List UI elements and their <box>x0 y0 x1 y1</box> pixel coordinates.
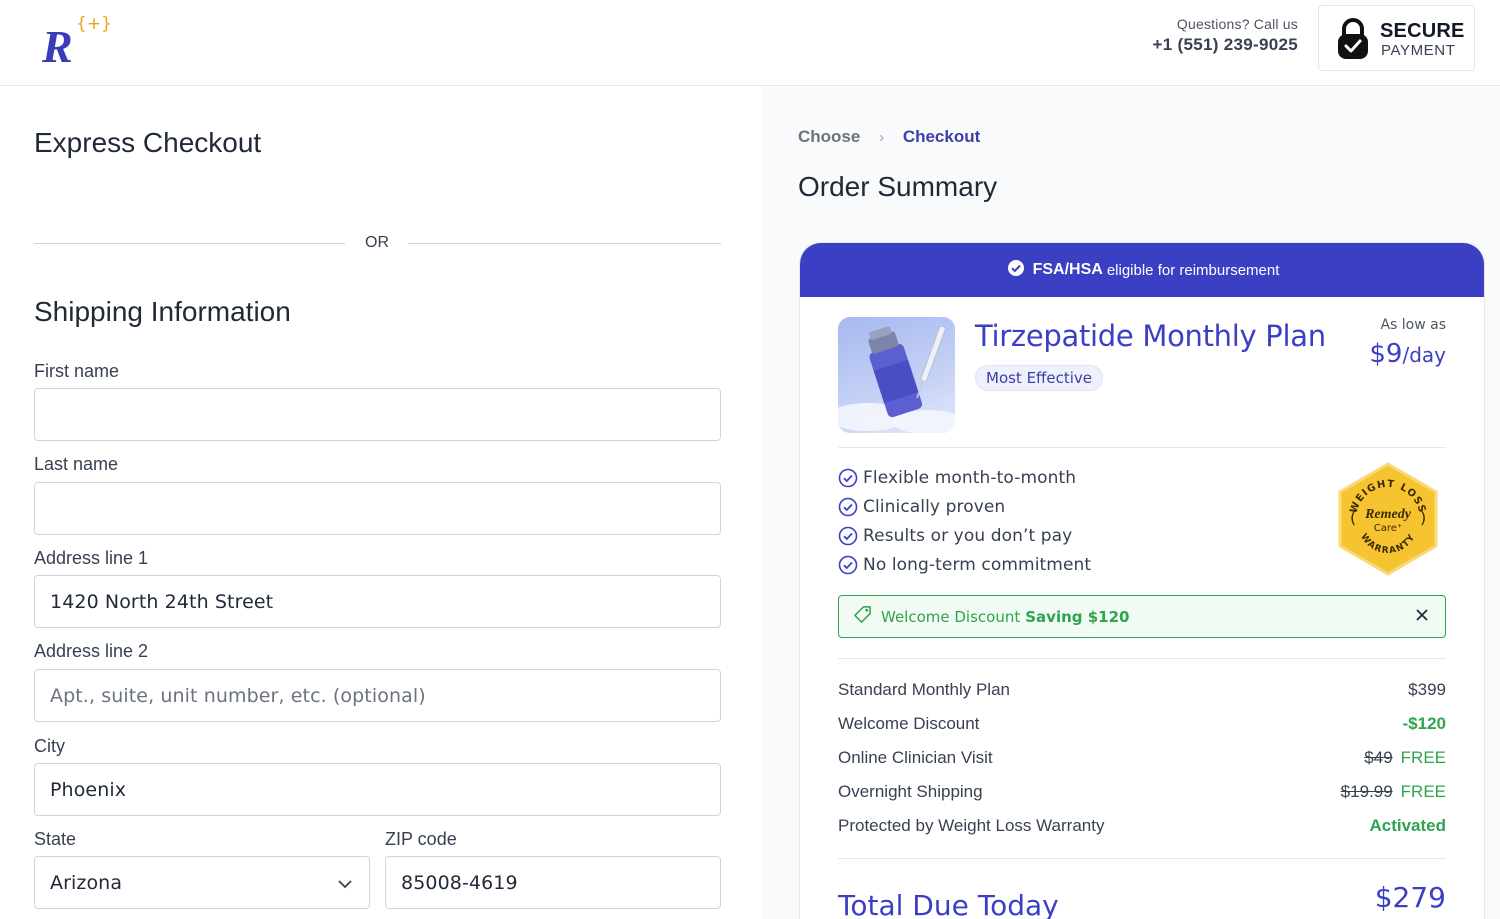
original-price: $19.99 <box>1340 782 1393 801</box>
line-item-value: $399 <box>1408 680 1446 699</box>
breadcrumb-choose[interactable]: Choose <box>798 127 860 146</box>
divider-line-right <box>408 243 721 244</box>
or-divider: OR <box>34 234 721 254</box>
total-due-value: $279 <box>1374 881 1446 914</box>
brand-logo[interactable]: R {+} <box>42 14 112 72</box>
original-price: $49 <box>1364 748 1393 767</box>
warranty-seal-icon: WEIGHT LOSS WARRANTY Remedy Care⁺ ( ) <box>1336 461 1440 582</box>
free-label: FREE <box>1400 782 1446 801</box>
discount-saving: Saving $120 <box>1025 607 1130 626</box>
breadcrumb: Choose › Checkout <box>798 127 980 147</box>
site-header: R {+} Questions? Call us +1 (551) 239-90… <box>0 0 1500 86</box>
order-summary-title: Order Summary <box>798 171 998 202</box>
line-item: Welcome Discount -$120 <box>838 714 1446 738</box>
line-item-value: $49 FREE <box>1364 748 1446 768</box>
seal-brand-2: Care⁺ <box>1374 523 1402 534</box>
address-line-1-field[interactable]: 1420 North 24th Street <box>34 575 721 628</box>
city-label: City <box>34 736 65 756</box>
check-circle-icon <box>838 468 858 487</box>
feature-text: Flexible month-to-month <box>863 467 1077 488</box>
product-title: Tirzepatide Monthly Plan <box>975 319 1326 353</box>
address-line-2-field[interactable]: Apt., suite, unit number, etc. (optional… <box>34 669 721 722</box>
close-icon[interactable] <box>1415 608 1429 626</box>
checkout-form-panel: Express Checkout OR Shipping Information… <box>0 87 760 919</box>
divider <box>838 658 1446 659</box>
address-line-1-label: Address line 1 <box>34 548 149 568</box>
check-circle-icon <box>838 526 858 545</box>
line-item-label: Protected by Weight Loss Warranty <box>838 816 1105 835</box>
line-item-label: Standard Monthly Plan <box>838 680 1010 699</box>
state-select[interactable]: Arizona <box>34 856 370 909</box>
contact-block: Questions? Call us +1 (551) 239-9025 <box>1153 16 1298 55</box>
line-item-label: Welcome Discount <box>838 714 980 733</box>
chevron-down-icon <box>337 875 353 897</box>
line-item-label: Overnight Shipping <box>838 782 983 801</box>
lock-icon <box>1337 18 1369 65</box>
feature-text: Clinically proven <box>863 496 1006 517</box>
as-low-as-label: As low as <box>1380 317 1446 333</box>
check-circle-icon <box>838 497 858 516</box>
shipping-information-title: Shipping Information <box>34 296 291 327</box>
feature-item: No long-term commitment <box>838 550 1091 579</box>
price-amount: $9 <box>1369 339 1403 369</box>
line-item: Overnight Shipping $19.99 FREE <box>838 782 1446 806</box>
secure-title: SECURE <box>1380 20 1465 42</box>
divider-line-left <box>34 243 345 244</box>
product-image <box>838 317 955 433</box>
first-name-field[interactable] <box>34 388 721 441</box>
divider <box>838 858 1446 859</box>
feature-item: Flexible month-to-month <box>838 463 1091 492</box>
line-item-value: Activated <box>1369 816 1446 835</box>
or-text: OR <box>365 234 389 251</box>
first-name-label: First name <box>34 361 120 381</box>
tag-icon <box>853 605 872 628</box>
svg-text:(: ( <box>1350 508 1356 527</box>
price-unit: /day <box>1402 343 1446 367</box>
state-label: State <box>34 829 77 849</box>
feature-list: Flexible month-to-month Clinically prove… <box>838 463 1091 579</box>
check-circle-icon <box>1007 259 1025 281</box>
order-card: FSA/HSA eligible for reimbursement Tirze <box>799 242 1485 919</box>
line-item: Online Clinician Visit $49 FREE <box>838 748 1446 772</box>
state-value: Arizona <box>50 871 123 894</box>
feature-item: Clinically proven <box>838 492 1091 521</box>
zip-code-field[interactable]: 85008-4619 <box>385 856 721 909</box>
line-item-label: Online Clinician Visit <box>838 748 993 767</box>
express-checkout-title: Express Checkout <box>34 127 262 158</box>
contact-question: Questions? Call us <box>1176 16 1298 32</box>
feature-text: No long-term commitment <box>863 554 1092 575</box>
fsa-bold-text: FSA/HSA <box>1032 261 1103 278</box>
city-field[interactable]: Phoenix <box>34 763 721 816</box>
price-per-day: $9/day <box>1369 339 1446 369</box>
most-effective-badge: Most Effective <box>975 365 1104 391</box>
welcome-discount-banner: Welcome Discount Saving $120 <box>838 595 1446 638</box>
discount-text: Welcome Discount <box>881 607 1021 626</box>
fsa-text: eligible for reimbursement <box>1106 261 1280 279</box>
line-item-value: -$120 <box>1402 714 1446 733</box>
logo-letter: R <box>42 21 73 72</box>
breadcrumb-chevron-icon: › <box>879 129 885 146</box>
contact-phone[interactable]: +1 (551) 239-9025 <box>1153 35 1298 55</box>
logo-mark: {+} <box>76 14 112 34</box>
secure-payment-badge: SECURE PAYMENT <box>1318 5 1475 71</box>
last-name-label: Last name <box>34 454 119 474</box>
feature-text: Results or you don’t pay <box>863 525 1073 546</box>
divider <box>838 447 1446 448</box>
order-summary-panel: Choose › Checkout Order Summary FSA/HSA … <box>761 87 1500 919</box>
free-label: FREE <box>1400 748 1446 767</box>
total-due-label: Total Due Today <box>838 889 1059 919</box>
svg-text:): ) <box>1420 508 1426 527</box>
zip-code-label: ZIP code <box>385 829 457 849</box>
breadcrumb-checkout[interactable]: Checkout <box>903 127 980 146</box>
secure-subtitle: PAYMENT <box>1381 42 1456 59</box>
last-name-field[interactable] <box>34 482 721 535</box>
check-circle-icon <box>838 555 858 574</box>
line-item-value: $19.99 FREE <box>1341 782 1446 802</box>
address-line-2-label: Address line 2 <box>34 641 149 661</box>
line-item: Protected by Weight Loss Warranty Activa… <box>838 816 1446 840</box>
fsa-banner: FSA/HSA eligible for reimbursement <box>800 243 1484 297</box>
line-item: Standard Monthly Plan $399 <box>838 680 1446 704</box>
feature-item: Results or you don’t pay <box>838 521 1091 550</box>
seal-brand: Remedy <box>1364 507 1412 522</box>
